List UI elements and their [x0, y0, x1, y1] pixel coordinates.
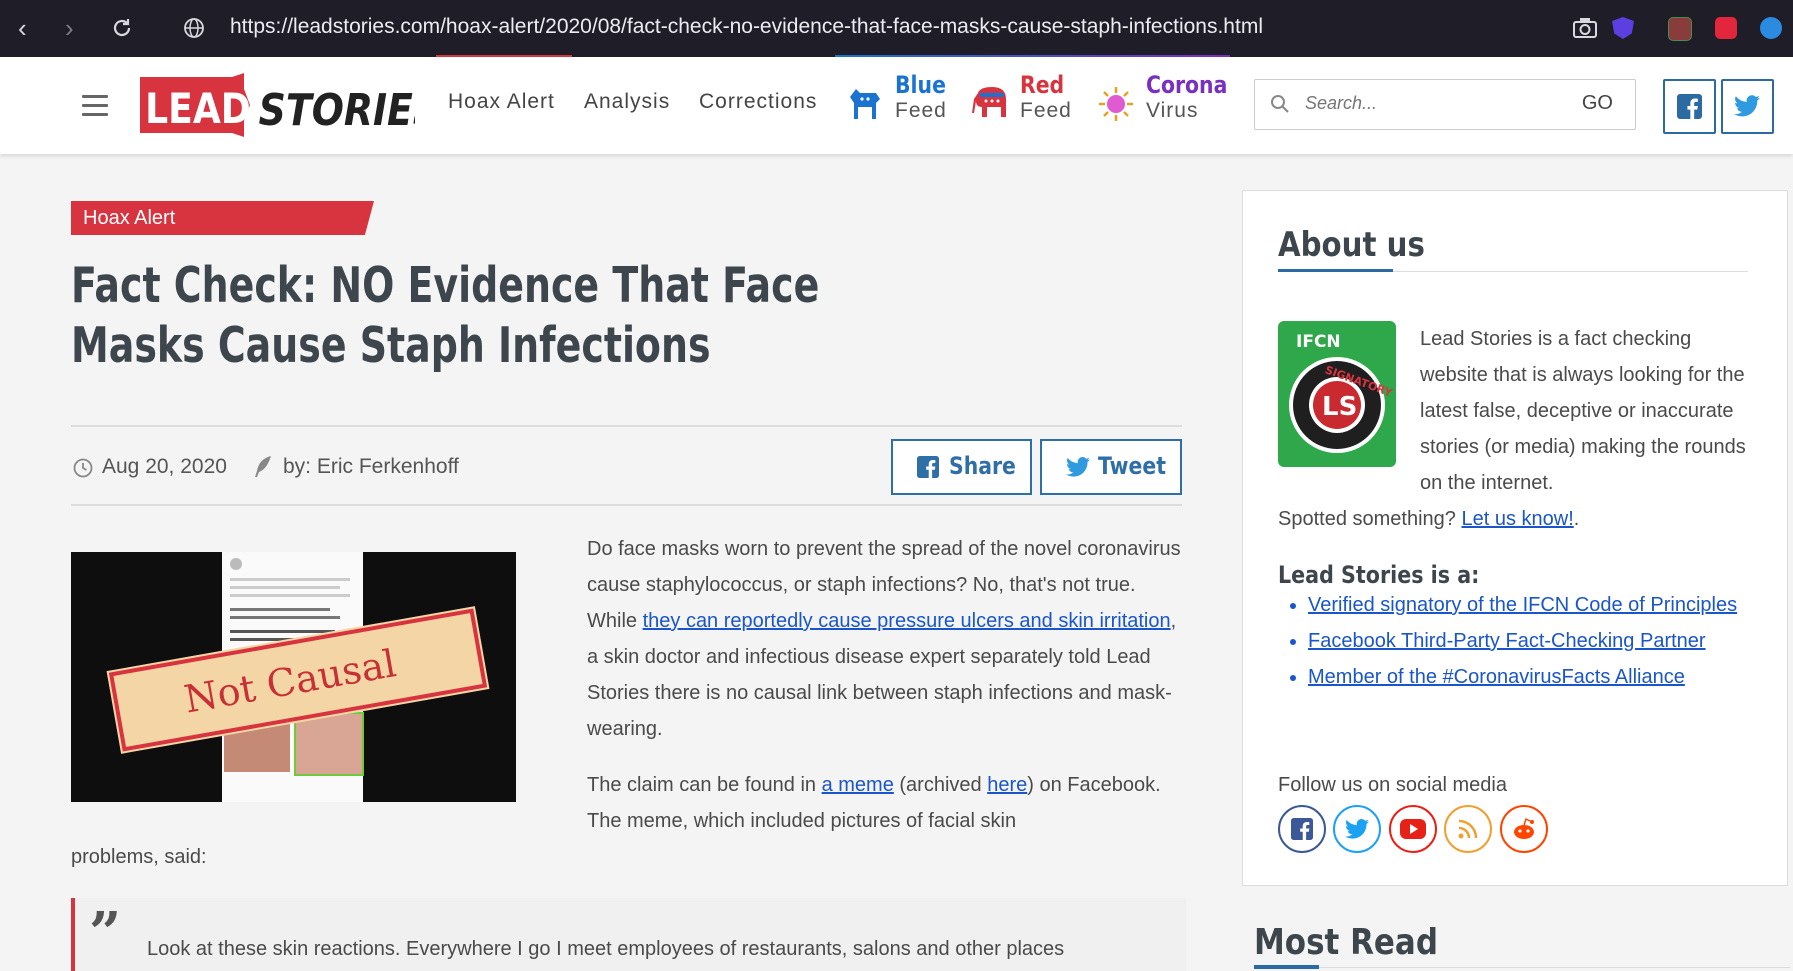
list-item: Facebook Third-Party Fact-Checking Partn…: [1308, 623, 1778, 659]
address-bar[interactable]: https://leadstories.com/hoax-alert/2020/…: [230, 15, 1263, 39]
lead-stories-logo[interactable]: LEAD STORIES: [140, 73, 415, 137]
facebook-icon: [1677, 94, 1702, 119]
ifcn-badge[interactable]: IFCN LS SIGNATORY: [1278, 321, 1396, 467]
blockquote: ” Look at these skin reactions. Everywhe…: [71, 898, 1186, 971]
header-twitter-button[interactable]: [1721, 79, 1774, 134]
divider-bottom: [71, 504, 1182, 506]
spotted-text: Spotted something?: [1278, 508, 1462, 530]
red-feed-link[interactable]: Red Feed: [1020, 71, 1072, 123]
list-item: Verified signatory of the IFCN Code of P…: [1308, 587, 1778, 623]
blue-extension-icon[interactable]: [1760, 17, 1782, 39]
reddit-icon: [1514, 817, 1534, 839]
donkey-icon[interactable]: [846, 83, 882, 123]
article-author[interactable]: by: Eric Ferkenhoff: [283, 455, 459, 479]
corona-title: Corona: [1146, 71, 1228, 99]
ifcn-code-link[interactable]: Verified signatory of the IFCN Code of P…: [1308, 594, 1737, 616]
quill-icon: [255, 456, 271, 477]
paragraph-2-end: problems, said:: [71, 846, 207, 868]
badge-center-text: LS: [1322, 392, 1357, 422]
paragraph-2: The claim can be found in a meme (archiv…: [587, 767, 1187, 839]
archived-here-link[interactable]: here: [987, 774, 1027, 796]
corona-virus-link[interactable]: Corona Virus: [1146, 71, 1242, 123]
logo-lead-text: LEAD: [145, 85, 251, 133]
cube-extension-icon[interactable]: [1668, 17, 1692, 41]
category-tag[interactable]: Hoax Alert: [71, 201, 374, 235]
facebook-icon: [917, 456, 939, 478]
category-label: Hoax Alert: [83, 207, 176, 229]
red-feed-sub: Feed: [1020, 99, 1072, 122]
red-extension-icon[interactable]: [1715, 17, 1737, 39]
featured-image[interactable]: Not Causal: [71, 552, 516, 802]
meme-link[interactable]: a meme: [822, 774, 894, 796]
twitter-icon: [1734, 95, 1760, 117]
search-input[interactable]: [1303, 92, 1557, 115]
tweet-label: Tweet: [1098, 452, 1166, 480]
elephant-icon[interactable]: [972, 85, 1010, 121]
article-date: Aug 20, 2020: [102, 455, 227, 478]
social-rss[interactable]: [1444, 805, 1492, 853]
hamburger-menu-icon[interactable]: [82, 95, 108, 122]
forward-icon[interactable]: ›: [65, 13, 74, 43]
article-title: Fact Check: NO Evidence That Face Masks …: [71, 257, 820, 374]
follow-label: Follow us on social media: [1278, 774, 1507, 796]
corona-sub: Virus: [1146, 99, 1199, 122]
camera-icon[interactable]: [1572, 16, 1598, 40]
social-facebook[interactable]: [1278, 805, 1326, 853]
list-item: Member of the #CoronavirusFacts Alliance: [1308, 659, 1778, 695]
twitter-icon: [1345, 819, 1369, 839]
share-button[interactable]: Share: [891, 439, 1032, 495]
search-icon: [1271, 95, 1289, 113]
social-twitter[interactable]: [1333, 805, 1381, 853]
share-label: Share: [949, 452, 1016, 480]
tweet-button[interactable]: Tweet: [1040, 439, 1182, 495]
spotted-line: Spotted something? Let us know!.: [1278, 501, 1758, 537]
header-facebook-button[interactable]: [1663, 79, 1716, 134]
p2-text-b: (archived: [893, 774, 988, 796]
nav-analysis[interactable]: Analysis: [584, 90, 670, 114]
let-us-know-link[interactable]: Let us know!: [1461, 508, 1573, 530]
clock-icon: [73, 458, 93, 478]
badge-top-text: IFCN: [1296, 332, 1341, 352]
most-read-divider: [1254, 967, 1790, 968]
most-read-title: Most Read: [1254, 922, 1438, 963]
spotted-end: .: [1573, 508, 1580, 530]
quote-text: Look at these skin reactions. Everywhere…: [147, 938, 1065, 960]
coronavirus-facts-link[interactable]: Member of the #CoronavirusFacts Alliance: [1308, 666, 1685, 688]
stamp-text: Not Causal: [180, 641, 400, 722]
facebook-partner-link[interactable]: Facebook Third-Party Fact-Checking Partn…: [1308, 630, 1706, 652]
site-header: LEAD STORIES Hoax Alert Analysis Correct…: [0, 57, 1793, 154]
is-a-title: Lead Stories is a:: [1278, 561, 1480, 589]
shield-extension-icon[interactable]: [1612, 17, 1634, 39]
blue-feed-link[interactable]: Blue Feed: [895, 71, 955, 123]
social-youtube[interactable]: [1389, 805, 1437, 853]
social-reddit[interactable]: [1500, 805, 1548, 853]
p2-text-a: The claim can be found in: [587, 774, 822, 796]
pressure-ulcers-link[interactable]: they can reportedly cause pressure ulcer…: [643, 610, 1171, 632]
search-box: GO: [1254, 79, 1636, 130]
quote-mark-icon: ”: [89, 900, 122, 966]
youtube-icon: [1400, 819, 1426, 839]
facebook-icon: [1291, 818, 1313, 840]
nav-corrections[interactable]: Corrections: [699, 90, 817, 114]
logo-stories-text: STORIES: [259, 84, 415, 135]
divider-top: [71, 425, 1182, 427]
blue-feed-title: Blue: [895, 71, 946, 99]
about-title: About us: [1278, 225, 1425, 265]
globe-icon: [184, 18, 204, 38]
paragraph-1: Do face masks worn to prevent the spread…: [587, 531, 1187, 747]
twitter-icon: [1066, 457, 1090, 477]
red-feed-title: Red: [1020, 71, 1065, 99]
sidebar-about: About us IFCN LS SIGNATORY Lead Stories …: [1242, 190, 1788, 886]
most-read-accent: [1254, 965, 1319, 969]
about-text: Lead Stories is a fact checking website …: [1420, 328, 1746, 494]
is-a-list: Verified signatory of the IFCN Code of P…: [1278, 587, 1778, 695]
blue-feed-sub: Feed: [895, 99, 947, 122]
rss-icon: [1458, 819, 1478, 839]
virus-icon[interactable]: [1097, 85, 1135, 123]
search-go-button[interactable]: GO: [1582, 92, 1613, 115]
back-icon[interactable]: ‹: [18, 13, 27, 43]
nav-hoax-alert[interactable]: Hoax Alert: [448, 90, 555, 114]
browser-toolbar: ‹ › https://leadstories.com/hoax-alert/2…: [0, 0, 1793, 58]
reload-icon[interactable]: [110, 16, 134, 40]
